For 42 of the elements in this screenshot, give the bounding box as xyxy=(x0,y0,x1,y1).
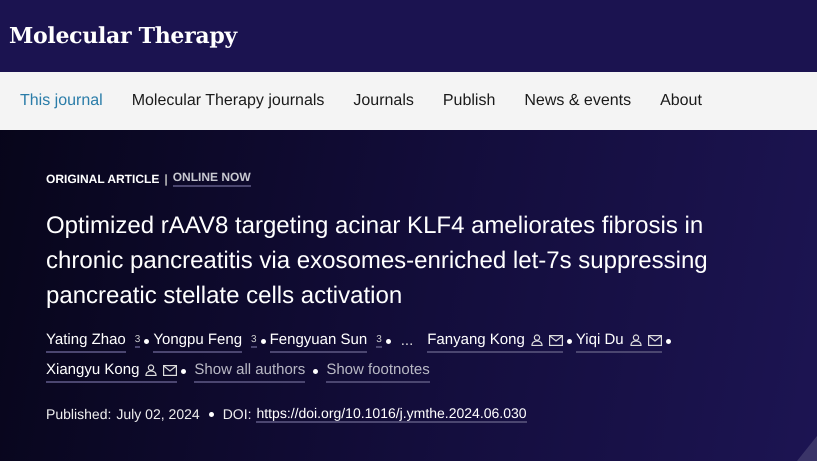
separator-dot-icon xyxy=(386,338,391,344)
author-link[interactable]: Yiqi Du xyxy=(576,329,662,353)
ellipsis: ... xyxy=(400,331,414,351)
separator-dot-icon xyxy=(181,368,186,374)
author-link[interactable]: Xiangyu Kong xyxy=(46,359,178,383)
separator-dot-icon xyxy=(144,338,150,344)
separator-dot-icon xyxy=(260,338,266,344)
published-label: Published: xyxy=(46,406,112,422)
person-icon[interactable] xyxy=(630,334,642,346)
author-link[interactable]: Yating Zhao xyxy=(46,329,126,353)
footnote-mark[interactable]: 3 xyxy=(134,334,140,348)
show-more-link[interactable]: Show all authors xyxy=(194,359,306,383)
nav-link[interactable]: Publish xyxy=(442,92,496,110)
separator-dot-icon xyxy=(208,412,214,416)
nav-link[interactable]: This journal xyxy=(20,92,103,110)
doi-link[interactable]: https://doi.org/10.1016/j.ymthe.2024.06.030 xyxy=(256,405,527,423)
mail-icon[interactable] xyxy=(548,334,563,346)
person-icon[interactable] xyxy=(530,334,543,346)
journal-title[interactable]: Molecular Therapy xyxy=(9,23,237,49)
author-link[interactable]: Fengyuan Sun xyxy=(270,329,368,353)
article-title: Optimized rAAV8 targeting acinar KLF4 ameliorates fibrosis in chronic pancreatitis via exosomes-enriched let-7s suppressing pancreatic stellate cells activation xyxy=(46,211,709,311)
nav-link[interactable]: Molecular Therapy journals xyxy=(132,92,324,110)
separator-dot-icon xyxy=(313,368,318,374)
nav-link[interactable]: About xyxy=(660,92,702,110)
published-date: July 02, 2024 xyxy=(116,406,200,422)
separator: | xyxy=(164,172,168,186)
separator-dot-icon xyxy=(666,338,671,344)
corner-shape-icon xyxy=(797,436,817,461)
online-status-link[interactable]: ONLINE NOW xyxy=(172,170,251,187)
doi-label: DOI: xyxy=(222,406,252,422)
show-more-link[interactable]: Show footnotes xyxy=(326,359,430,383)
author-link[interactable]: Yongpu Feng xyxy=(153,329,242,353)
author-link[interactable]: Fanyang Kong xyxy=(427,329,563,353)
nav-link[interactable]: Journals xyxy=(353,92,414,110)
footnote-mark[interactable]: 3 xyxy=(376,334,382,348)
footnote-mark[interactable]: 3 xyxy=(251,334,257,348)
mail-icon[interactable] xyxy=(648,334,662,346)
mail-icon[interactable] xyxy=(163,364,178,376)
article-type: ORIGINAL ARTICLE xyxy=(46,172,160,186)
separator-dot-icon xyxy=(566,338,572,344)
person-icon[interactable] xyxy=(145,364,158,376)
nav-link[interactable]: News & events xyxy=(524,92,632,110)
